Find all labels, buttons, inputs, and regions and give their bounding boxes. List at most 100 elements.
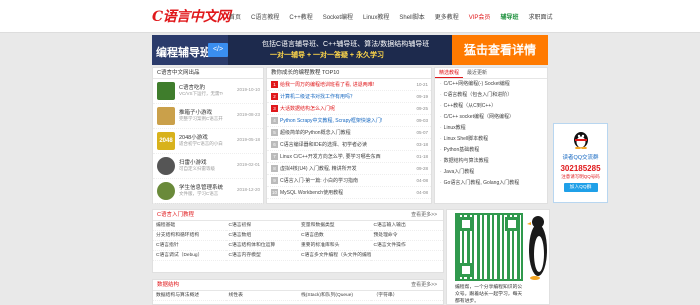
table-row[interactable]: 10 MySQL Workbench使用教程 04-08: [267, 187, 431, 199]
c-tutorial-panel: C语言入门教程 查看更多>> 编程基础 C语言初探 变量和数据类型 C语言输入输出 分支…: [152, 209, 444, 273]
tutorial-link[interactable]: C语言数组: [225, 231, 298, 241]
tutorial-link[interactable]: 重要的标准库和头: [298, 241, 371, 251]
recommend-link[interactable]: C/C++ socket编程（网络编程）: [435, 112, 547, 123]
sokoban-game-icon: [157, 107, 175, 125]
tab-featured[interactable]: 精选教程: [435, 68, 464, 78]
table-row[interactable]: 6 C语言编译器和IDE的选择、初学者必读 03-18: [267, 139, 431, 151]
game-title[interactable]: C语言吃豹: [179, 83, 205, 91]
game-title[interactable]: 2048小游戏: [179, 133, 208, 141]
tutorial-link[interactable]: 变量和数据类型: [298, 221, 371, 231]
game-title[interactable]: 扫雷小游戏: [179, 158, 207, 166]
nav-vip[interactable]: VIP会员: [466, 12, 494, 21]
article-link[interactable]: 大话数据结构怎么入门呢: [280, 106, 335, 112]
game-title[interactable]: 推箱子小游戏: [179, 108, 212, 116]
games-panel-title: C语言中文网出品: [153, 68, 263, 79]
recommend-link[interactable]: C语言教程（包含入门和进阶）: [435, 90, 547, 101]
tutorial-link: [370, 251, 443, 261]
nav-more[interactable]: 更多教程: [432, 12, 462, 21]
coaching-banner[interactable]: 编程辅导班 </> 包括C语言辅导班、C++辅导班、算法/数据结构辅导班 一对一…: [152, 35, 548, 65]
nav-home[interactable]: 首页: [226, 12, 244, 21]
tutorial-link[interactable]: C语言输入输出: [370, 221, 443, 231]
site-header: C语言中文网 首页 C语言教程 C++教程 Socket编程 Linux教程 S…: [0, 0, 700, 33]
tutorial-link[interactable]: C语言内存模型: [225, 251, 298, 261]
recommend-link[interactable]: Java入门教程: [435, 167, 547, 178]
games-panel: C语言中文网出品 C语言吃豹 VC/VS下运行，无需TC 2019-10-10 …: [152, 67, 264, 204]
recommend-tabs: 精选教程 最近更新: [435, 68, 547, 79]
tutorial-link[interactable]: C语言函数: [298, 231, 371, 241]
article-link[interactable]: 给我一周万的编程培训班看了看, 进退两难!: [280, 82, 374, 88]
recommend-link[interactable]: 数据结构与算法教程: [435, 156, 547, 167]
banner-cta-button[interactable]: 猛击查看详情: [452, 35, 548, 65]
article-date: 09-03: [416, 118, 428, 123]
recommend-link[interactable]: Linux教程: [435, 123, 547, 134]
table-row[interactable]: 4 Python Scrapy中文教程, Scrapy框架快速入门! 09-03: [267, 115, 431, 127]
list-item[interactable]: 推箱子小游戏 完整学习案例C语言开发 2019-08-23: [153, 104, 263, 129]
nav-shell[interactable]: Shell脚本: [396, 12, 427, 21]
article-link[interactable]: 计算机二级证书对找工作有用吗？: [280, 94, 355, 100]
article-link[interactable]: C语言入门-第一篇: 小白的学习指南: [280, 178, 358, 184]
article-date: 05-07: [416, 130, 428, 135]
rank-badge: 5: [271, 129, 278, 137]
article-link[interactable]: Python Scrapy中文教程, Scrapy框架快速入门!: [280, 118, 382, 124]
tutorial-link[interactable]: C语言文件操作: [370, 241, 443, 251]
nav-c-tutorial[interactable]: C语言教程: [248, 12, 282, 21]
qq-group-note: 注意请写明QQ号码: [561, 174, 600, 179]
article-link[interactable]: C语言编译器和IDE的选择、初学者必读: [280, 142, 367, 148]
tutorial-link[interactable]: 编程基础: [153, 221, 226, 231]
list-item[interactable]: C语言吃豹 VC/VS下运行，无需TC 2019-10-10: [153, 79, 263, 104]
recommend-link[interactable]: Go语言入门教程, Golang入门教程: [435, 178, 547, 189]
nav-cpp-tutorial[interactable]: C++教程: [286, 12, 315, 21]
list-item[interactable]: 2048 2048小游戏 适合初学C语言的小白 2019-05-18: [153, 129, 263, 154]
table-row[interactable]: 3 大话数据结构怎么入门呢 09-25: [267, 103, 431, 115]
recommend-link[interactable]: C/C++网络编程(-) Socket编程: [435, 79, 547, 90]
nav-socket[interactable]: Socket编程: [320, 12, 356, 21]
more-link[interactable]: 查看更多>>: [411, 210, 437, 221]
article-link[interactable]: MySQL Workbench使用教程: [280, 190, 343, 196]
tutorial-link[interactable]: （字符串）: [370, 291, 443, 301]
article-link[interactable]: 虚拟4核(U4) 入门教程, 精讲所开发: [280, 166, 357, 172]
qr-code-image: [455, 213, 523, 281]
qq-group-widget: 读者QQ交流群 302185285 注意请写明QQ号码 加入QQ群: [553, 123, 608, 203]
table-row[interactable]: 5 超级简单的Python概念入门教程 05-07: [267, 127, 431, 139]
main-nav: 首页 C语言教程 C++教程 Socket编程 Linux教程 Shell脚本 …: [226, 12, 559, 21]
article-date: 01-18: [416, 154, 428, 159]
tutorial-link[interactable]: C语言多文件编程（头文件的编程）: [298, 251, 371, 261]
nav-interview[interactable]: 求职面试: [525, 12, 555, 21]
tutorial-link[interactable]: 数据结构与算法概述: [153, 291, 226, 301]
tutorial-link[interactable]: C语言结构体和位运算: [225, 241, 298, 251]
nav-coaching[interactable]: 辅导班: [497, 12, 521, 21]
site-logo[interactable]: C语言中文网: [152, 6, 231, 26]
tutorial-link[interactable]: C语言调试（Debug）: [153, 251, 226, 261]
join-qq-group-button[interactable]: 加入QQ群: [563, 183, 598, 192]
tab-recent[interactable]: 最近更新: [463, 68, 491, 78]
recommend-link[interactable]: Python基础教程: [435, 145, 547, 156]
article-date: 09-25: [416, 106, 428, 111]
qq-group-number: 302185285: [560, 164, 601, 173]
tutorial-link[interactable]: 栈(Stack)和队列(Queue): [298, 291, 371, 301]
list-item[interactable]: 学生信息管理系统 文件版，学习C语言 2018-12-20: [153, 179, 263, 204]
recommend-link[interactable]: Linux Shell脚本教程: [435, 134, 547, 145]
recommend-link[interactable]: C++教程（从C到C++）: [435, 101, 547, 112]
game-desc: 适合初学C语言的小白: [179, 141, 223, 146]
tutorial-link[interactable]: 预处理命令: [370, 231, 443, 241]
tutorial-link[interactable]: 线性表: [225, 291, 298, 301]
more-link[interactable]: 查看更多>>: [411, 280, 437, 291]
tutorial-link[interactable]: C语言指针: [153, 241, 226, 251]
table-row[interactable]: 9 C语言入门-第一篇: 小白的学习指南 04-08: [267, 175, 431, 187]
nav-linux[interactable]: Linux教程: [360, 12, 392, 21]
article-link[interactable]: 超级简单的Python概念入门教程: [280, 130, 351, 136]
table-row[interactable]: 7 Linux C/C++开发方向怎么学, 要学习哪些东西 01-18: [267, 151, 431, 163]
table-row[interactable]: 2 计算机二级证书对找工作有用吗？ 09-19: [267, 91, 431, 103]
game-title[interactable]: 学生信息管理系统: [179, 183, 223, 191]
game-date: 2018-12-20: [236, 187, 260, 192]
list-item[interactable]: 扫雷小游戏 可自定义扫雷等级 2019-02-01: [153, 154, 263, 179]
game-date: 2019-08-23: [236, 112, 260, 117]
tutorial-link[interactable]: C语言初探: [225, 221, 298, 231]
wechat-qr-panel: 编程帮，一个分享编程知识的公众号。跟着站长一起学习，每天都有进步。: [446, 209, 550, 305]
table-row[interactable]: 8 虚拟4核(U4) 入门教程, 精讲所开发 09-28: [267, 163, 431, 175]
article-date: 04-08: [416, 190, 428, 195]
penguin-mascot-icon: [527, 216, 547, 280]
table-row[interactable]: 1 给我一周万的编程培训班看了看, 进退两难! 10-21: [267, 79, 431, 91]
tutorial-link[interactable]: 分支结构和循环结构: [153, 231, 226, 241]
article-link[interactable]: Linux C/C++开发方向怎么学, 要学习哪些东西: [280, 154, 381, 160]
